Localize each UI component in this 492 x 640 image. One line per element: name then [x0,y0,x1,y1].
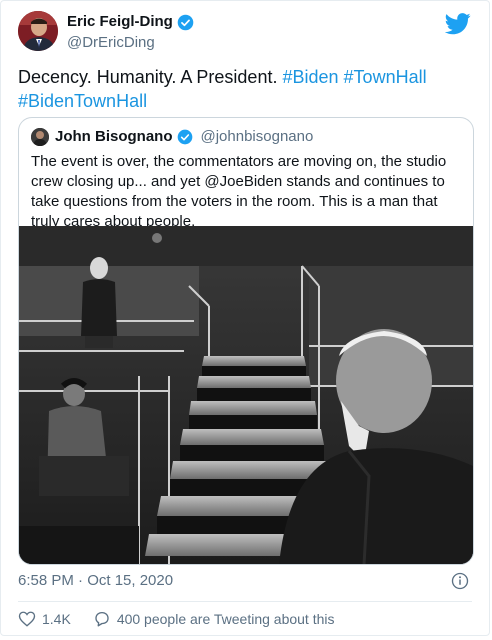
like-button[interactable]: 1.4K [18,610,71,628]
heart-icon [18,611,36,627]
quoted-author: John Bisognano @johnbisognano [55,128,313,146]
quoted-author-name: John Bisognano [55,128,173,145]
verified-badge-icon [177,129,192,145]
author-handle[interactable]: @DrEricDing [67,34,155,52]
speech-bubble-icon [95,611,109,627]
info-icon[interactable] [451,572,469,590]
author-name[interactable]: Eric Feigl-Ding [67,13,194,31]
tweet-text: Decency. Humanity. A President. #Biden #… [18,65,474,113]
hashtag-link[interactable]: #BidenTownHall [18,91,147,111]
hashtag-link[interactable]: #TownHall [344,67,427,87]
twitter-bird-icon[interactable] [445,13,471,35]
tweeting-about-text: 400 people are Tweeting about this [116,611,335,627]
hashtag-link[interactable]: #Biden [282,67,338,87]
verified-badge-icon [177,14,194,30]
tweeting-about-link[interactable]: 400 people are Tweeting about this [93,610,335,628]
author-avatar[interactable] [18,11,58,51]
quoted-photo[interactable] [19,226,473,564]
tweet-body: Decency. Humanity. A President. [18,67,278,87]
like-count: 1.4K [42,611,71,627]
quoted-text: The event is over, the commentators are … [31,153,447,230]
divider [18,601,472,602]
tweet-card: Eric Feigl-Ding @DrEricDing Decency. Hum… [0,0,490,636]
quoted-author-avatar [31,128,49,146]
quoted-author-handle: @johnbisognano [200,128,314,145]
tweet-timestamp[interactable]: 6:58 PM · Oct 15, 2020 [18,572,173,590]
action-bar: 1.4K 400 people are Tweeting about this [18,610,357,628]
quoted-tweet[interactable]: John Bisognano @johnbisognano The event … [18,117,474,565]
